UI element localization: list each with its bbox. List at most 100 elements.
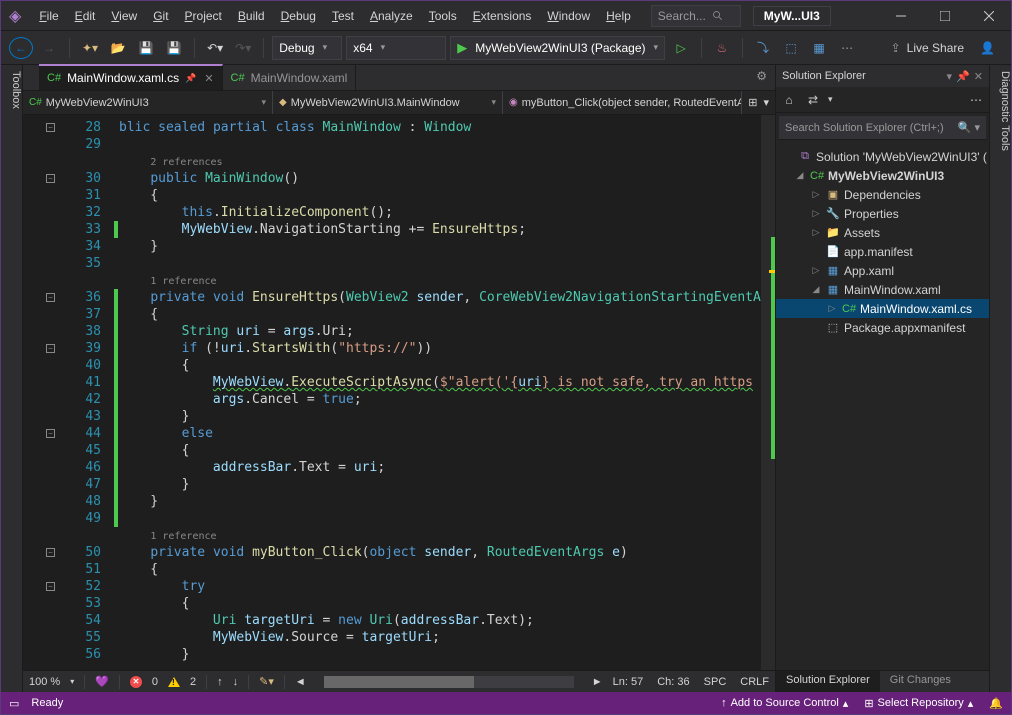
warning-icon[interactable] <box>168 677 180 687</box>
menu-git[interactable]: Git <box>145 5 176 27</box>
quick-search[interactable]: Search... <box>651 5 741 27</box>
fold-icon[interactable]: − <box>46 548 55 557</box>
menu-build[interactable]: Build <box>230 5 273 27</box>
tree-project[interactable]: ◢C#MyWebView2WinUI3 <box>776 166 989 185</box>
vs-logo-icon: ◈ <box>9 6 21 26</box>
hot-reload-icon[interactable]: ♨ <box>710 36 734 60</box>
tab-options-icon[interactable]: ⚙ <box>748 65 775 90</box>
menu-analyze[interactable]: Analyze <box>362 5 421 27</box>
more-icon[interactable]: ▾ <box>763 96 769 109</box>
tab-git-changes[interactable]: Git Changes <box>880 671 961 692</box>
menu-window[interactable]: Window <box>539 5 598 27</box>
solution-tree[interactable]: ⧉Solution 'MyWebView2WinUI3' ( ◢C#MyWebV… <box>776 143 989 670</box>
scroll-left-icon[interactable]: ◄ <box>295 676 306 688</box>
code-editor[interactable]: −−−−−−− 2829 303132333435 36373839404142… <box>23 115 775 670</box>
line-indicator[interactable]: Ln: 57 <box>613 676 644 688</box>
fold-icon[interactable]: − <box>46 429 55 438</box>
maximize-button[interactable] <box>923 1 967 31</box>
indent-indicator[interactable]: SPC <box>704 676 727 688</box>
tree-appxaml[interactable]: ▷▦App.xaml <box>776 261 989 280</box>
error-count: 0 <box>152 676 158 688</box>
nav-fwd-button[interactable]: → <box>37 36 61 60</box>
step-into-icon[interactable]: ⬚ <box>779 36 803 60</box>
error-icon[interactable]: ✕ <box>130 676 142 688</box>
fold-icon[interactable]: − <box>46 174 55 183</box>
menu-project[interactable]: Project <box>177 5 230 27</box>
document-tab[interactable]: C#MainWindow.xaml <box>223 65 357 90</box>
tree-dependencies[interactable]: ▷▣Dependencies <box>776 185 989 204</box>
redo-button[interactable]: ↷▾ <box>231 36 255 60</box>
tree-package[interactable]: ⬚Package.appxmanifest <box>776 318 989 337</box>
step-over-icon[interactable]: ⤵ <box>751 36 775 60</box>
undo-button[interactable]: ↶▾ <box>203 36 227 60</box>
fold-icon[interactable]: − <box>46 293 55 302</box>
scroll-right-icon[interactable]: ► <box>592 676 603 688</box>
tree-mainxaml[interactable]: ◢▦MainWindow.xaml <box>776 280 989 299</box>
char-indicator[interactable]: Ch: 36 <box>657 676 689 688</box>
menu-view[interactable]: View <box>103 5 145 27</box>
brush-icon[interactable]: ✎▾ <box>259 675 274 688</box>
run-no-debug-button[interactable]: ▷ <box>669 36 693 60</box>
nav-class-dropdown[interactable]: ◆MyWebView2WinUI3.MainWindow▾ <box>273 91 503 114</box>
tree-appmanifest[interactable]: 📄app.manifest <box>776 242 989 261</box>
liveshare-label[interactable]: Live Share <box>907 41 964 55</box>
menu-tools[interactable]: Tools <box>421 5 465 27</box>
add-source-control-button[interactable]: ↑ Add to Source Control ▴ <box>721 697 848 710</box>
toolbox-panel-tab[interactable]: Toolbox <box>1 65 23 692</box>
tab-solution-explorer[interactable]: Solution Explorer <box>776 671 880 692</box>
select-repository-button[interactable]: ⊞ Select Repository ▴ <box>864 697 973 710</box>
prev-issue-icon[interactable]: ↑ <box>217 676 223 688</box>
save-all-button[interactable]: 💾 <box>162 36 186 60</box>
tree-properties[interactable]: ▷🔧Properties <box>776 204 989 223</box>
new-project-button[interactable]: ✦▾ <box>78 36 102 60</box>
lineend-indicator[interactable]: CRLF <box>740 676 769 688</box>
warning-count: 2 <box>190 676 196 688</box>
liveshare-icon[interactable]: ⇪ <box>891 41 901 55</box>
open-button[interactable]: 📂 <box>106 36 130 60</box>
menu-help[interactable]: Help <box>598 5 639 27</box>
save-button[interactable]: 💾 <box>134 36 158 60</box>
nav-project-dropdown[interactable]: C#MyWebView2WinUI3▾ <box>23 91 273 114</box>
split-icon[interactable]: ⊞ <box>748 96 757 109</box>
solution-search[interactable]: Search Solution Explorer (Ctrl+;) 🔍 ▾ <box>779 116 986 140</box>
sln-switch-icon[interactable]: ⇄ <box>804 91 822 109</box>
fold-icon[interactable]: − <box>46 123 55 132</box>
close-tab-icon[interactable]: ✕ <box>204 72 213 85</box>
horizontal-scrollbar[interactable] <box>324 676 574 688</box>
platform-dropdown[interactable]: x64▾ <box>346 36 446 60</box>
menu-file[interactable]: File <box>31 5 66 27</box>
run-button[interactable]: ▶MyWebView2WinUI3 (Package)▾ <box>450 36 665 60</box>
next-issue-icon[interactable]: ↓ <box>233 676 239 688</box>
diagnostic-tools-tab[interactable]: Diagnostic Tools <box>989 65 1011 692</box>
menu-test[interactable]: Test <box>324 5 362 27</box>
panel-pin-icon[interactable]: 📌 <box>956 70 970 83</box>
minimize-button[interactable] <box>879 1 923 31</box>
nav-member-dropdown[interactable]: ◉myButton_Click(object sender, RoutedEve… <box>503 91 742 114</box>
document-tab-bar: C#MainWindow.xaml.cs📌✕C#MainWindow.xaml … <box>23 65 775 91</box>
fold-icon[interactable]: − <box>46 344 55 353</box>
menu-extensions[interactable]: Extensions <box>465 5 540 27</box>
panel-close-icon[interactable]: ✕ <box>974 70 983 83</box>
close-button[interactable] <box>967 1 1011 31</box>
step-out-icon[interactable]: ▦ <box>807 36 831 60</box>
menu-debug[interactable]: Debug <box>273 5 324 27</box>
sln-home-icon[interactable]: ⌂ <box>780 91 798 109</box>
toolbar-more-icon[interactable]: ⋯ <box>835 36 859 60</box>
config-dropdown[interactable]: Debug▾ <box>272 36 342 60</box>
zoom-level[interactable]: 100 % <box>29 676 60 688</box>
account-icon[interactable]: 👤 <box>980 41 995 55</box>
menu-edit[interactable]: Edit <box>67 5 104 27</box>
tree-assets[interactable]: ▷📁Assets <box>776 223 989 242</box>
tree-maincs[interactable]: ▷C#MainWindow.xaml.cs <box>776 299 989 318</box>
panel-dropdown-icon[interactable]: ▾ <box>947 70 953 83</box>
nav-back-button[interactable]: ← <box>9 37 33 59</box>
health-icon[interactable]: 💜 <box>95 675 109 688</box>
notifications-icon[interactable]: 🔔 <box>989 697 1003 710</box>
sln-sync-icon[interactable]: ⋯ <box>967 91 985 109</box>
pin-icon[interactable]: 📌 <box>185 73 196 84</box>
output-icon[interactable]: ▭ <box>9 697 19 710</box>
overview-ruler[interactable] <box>761 115 775 670</box>
fold-icon[interactable]: − <box>46 582 55 591</box>
tree-solution[interactable]: ⧉Solution 'MyWebView2WinUI3' ( <box>776 147 989 166</box>
document-tab[interactable]: C#MainWindow.xaml.cs📌✕ <box>39 64 223 90</box>
